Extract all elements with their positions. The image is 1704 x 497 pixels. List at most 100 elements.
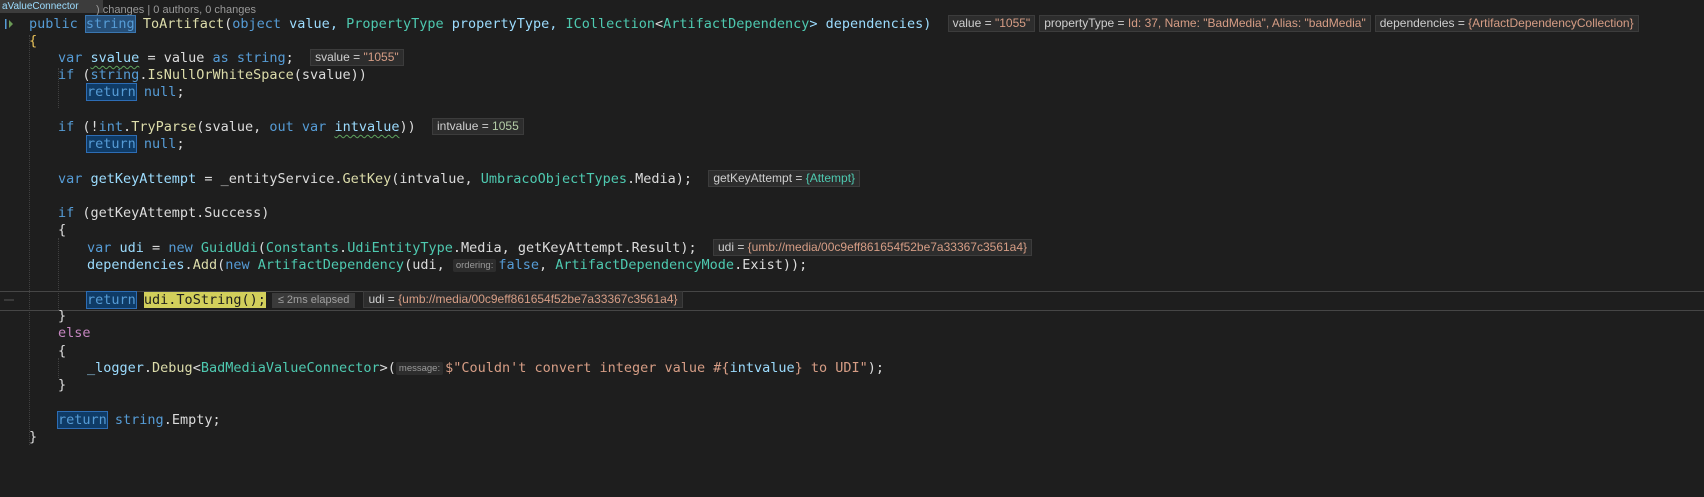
keyword-highlighted: return	[86, 291, 137, 309]
code-line-18[interactable]: }	[0, 307, 1704, 325]
method-name: Add	[192, 257, 218, 273]
code-text: (svalue,	[196, 119, 270, 135]
type: Constants	[265, 240, 340, 256]
param: value,	[281, 16, 347, 32]
code-line-3[interactable]: var svalue = value as string; svalue = "…	[0, 49, 1704, 67]
datatip-udi-current[interactable]: udi = {umb://media/00c9eff861654f52be7a3…	[363, 291, 683, 308]
punct: (	[74, 67, 91, 83]
variable: svalue	[90, 50, 140, 66]
code-line-15[interactable]: dependencies.Add(new ArtifactDependency(…	[0, 256, 1704, 274]
type: UmbracoObjectTypes	[480, 171, 628, 187]
keyword: new	[225, 257, 250, 273]
code-line-10[interactable]: var getKeyAttempt = _entityService.GetKe…	[0, 170, 1704, 188]
code-text: = value	[139, 50, 213, 66]
code-text: .Exist));	[734, 257, 808, 273]
datatip-udi[interactable]: udi = {umb://media/00c9eff861654f52be7a3…	[712, 239, 1033, 256]
punct: .	[143, 360, 153, 376]
datatip-value[interactable]: value = "1055"	[947, 15, 1036, 32]
keyword: int	[98, 119, 124, 135]
code-tab-label[interactable]: aValueConnector	[0, 0, 103, 13]
type: BadMediaValueConnector	[200, 360, 380, 376]
keyword: null	[143, 84, 177, 100]
datatip-svalue[interactable]: svalue = "1055"	[310, 49, 404, 66]
code-line-19[interactable]: else	[0, 324, 1704, 342]
variable: _logger	[87, 360, 144, 376]
keyword: var	[301, 119, 327, 135]
code-line-24[interactable]: return string.Empty;	[0, 411, 1704, 429]
punct: ;	[176, 136, 185, 152]
code-line-2[interactable]: {	[0, 32, 1704, 50]
parameter-hint: ordering:	[452, 259, 497, 272]
code-line-25[interactable]: }	[0, 428, 1704, 446]
keyword: var	[58, 50, 83, 66]
keyword-highlighted: return	[86, 135, 137, 153]
datatip-propertyType[interactable]: propertyType = Id: 37, Name: "BadMedia",…	[1039, 15, 1371, 32]
code-line-5[interactable]: return null;	[0, 83, 1704, 101]
method-name: ToArtifact	[142, 16, 225, 32]
brace: {	[58, 343, 67, 359]
code-line-4[interactable]: if (string.IsNullOrWhiteSpace(svalue))	[0, 66, 1704, 84]
code-line-22[interactable]: }	[0, 376, 1704, 394]
punct: (!	[74, 119, 99, 135]
keyword: string	[236, 50, 286, 66]
type: ArtifactDependency	[257, 257, 405, 273]
code-text: (intvalue,	[391, 171, 481, 187]
variable: dependencies	[87, 257, 185, 273]
code-line-1[interactable]: public string ToArtifact(object value, P…	[0, 15, 1704, 33]
current-statement: udi.ToString();	[143, 292, 266, 308]
punct: ;	[176, 84, 185, 100]
punct: (	[217, 257, 226, 273]
code-line-12[interactable]: if (getKeyAttempt.Success)	[0, 204, 1704, 222]
code-text: (udi,	[404, 257, 453, 273]
keyword: string	[114, 412, 164, 428]
code-line-21[interactable]: _logger.Debug<BadMediaValueConnector>(me…	[0, 359, 1704, 377]
punct: <	[654, 16, 664, 32]
type: GuidUdi	[200, 240, 258, 256]
code-line-7[interactable]: if (!int.TryParse(svalue, out var intval…	[0, 118, 1704, 136]
code-text: (svalue))	[293, 67, 367, 83]
string-literal: $"Couldn't convert integer value #{	[445, 360, 730, 376]
keyword-selected: string	[84, 15, 136, 33]
brace: {	[29, 33, 38, 49]
perf-tip[interactable]: ≤ 2ms elapsed	[271, 293, 356, 308]
parameter-hint: message:	[395, 362, 444, 375]
param: > dependencies)	[809, 16, 932, 32]
punct: >(	[379, 360, 396, 376]
keyword: else	[58, 325, 91, 341]
string-literal: } to UDI"	[794, 360, 868, 376]
type: ArtifactDependencyMode	[555, 257, 735, 273]
type: ICollection	[565, 16, 655, 32]
datatip-dependencies[interactable]: dependencies = {ArtifactDependencyCollec…	[1374, 15, 1639, 32]
param: propertyType,	[443, 16, 566, 32]
type: UdiEntityType	[347, 240, 453, 256]
punct: ;	[285, 50, 294, 66]
keyword: var	[58, 171, 83, 187]
code-line-8[interactable]: return null;	[0, 135, 1704, 153]
method-name: IsNullOrWhiteSpace	[147, 67, 294, 83]
brace: }	[58, 377, 67, 393]
type: ArtifactDependency	[663, 16, 810, 32]
keyword-highlighted: return	[57, 411, 108, 429]
brace: {	[58, 222, 67, 238]
code-line-20[interactable]: {	[0, 342, 1704, 360]
method-name: TryParse	[131, 119, 197, 135]
punct: ,	[538, 257, 556, 273]
keyword: null	[143, 136, 177, 152]
interpolation: intvalue	[729, 360, 795, 376]
code-text: (getKeyAttempt.Success)	[74, 205, 270, 221]
keyword: public	[29, 16, 78, 32]
punct: (	[257, 240, 266, 256]
keyword: as	[212, 50, 229, 66]
code-line-13[interactable]: {	[0, 221, 1704, 239]
code-line-14[interactable]: var udi = new GuidUdi(Constants.UdiEntit…	[0, 239, 1704, 257]
keyword: false	[498, 257, 539, 273]
keyword-highlighted: return	[86, 83, 137, 101]
code-text: = _entityService.	[196, 171, 343, 187]
brace: }	[58, 308, 67, 324]
punct: );	[867, 360, 885, 376]
keyword: object	[232, 16, 282, 32]
datatip-getKeyAttempt[interactable]: getKeyAttempt = {Attempt}	[708, 170, 861, 187]
punct: .	[123, 119, 132, 135]
punct: .	[339, 240, 348, 256]
datatip-intvalue[interactable]: intvalue = 1055	[432, 118, 524, 135]
